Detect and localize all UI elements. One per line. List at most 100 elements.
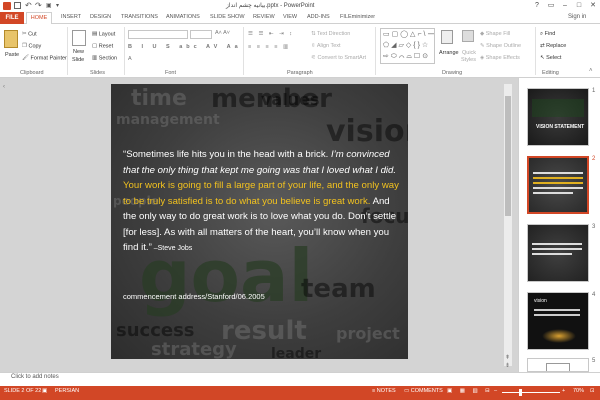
slide-thumbnail-3[interactable] xyxy=(527,224,589,282)
thumbnail-graphic xyxy=(532,99,584,117)
tab-fileminimizer[interactable]: FILEminimizer xyxy=(340,14,375,20)
arrange-button[interactable]: Arrange xyxy=(439,50,459,56)
spellcheck-icon[interactable]: ▣ xyxy=(42,388,47,394)
slide-thumbnail-4[interactable]: vision xyxy=(527,292,589,350)
font-color-icon: A xyxy=(128,56,132,62)
word-cloud-word: vision xyxy=(326,114,408,149)
tab-addins[interactable]: ADD-INS xyxy=(307,14,330,20)
font-name-dropdown[interactable] xyxy=(128,30,188,39)
text-direction-label: Text Direction xyxy=(317,31,351,37)
scrollbar-thumb[interactable] xyxy=(505,96,511,216)
text-direction-button[interactable]: ⇅ Text Direction xyxy=(311,31,350,37)
tab-view[interactable]: VIEW xyxy=(283,14,297,20)
format-painter-label: Format Painter xyxy=(30,55,67,62)
layout-label: Layout xyxy=(98,31,116,38)
slide-counter[interactable]: SLIDE 2 OF 22 xyxy=(4,388,41,394)
collapse-ribbon-icon[interactable]: ˄ xyxy=(589,68,593,74)
tab-file[interactable]: FILE xyxy=(0,12,24,24)
smartart-icon: ⚟ xyxy=(311,55,316,61)
quick-styles-button-line2[interactable]: Styles xyxy=(461,57,476,63)
new-slide-button-line2[interactable]: Slide xyxy=(72,57,84,63)
format-painter-button[interactable]: 🖌 Format Painter xyxy=(22,55,67,61)
tab-animations[interactable]: ANIMATIONS xyxy=(166,14,200,20)
quote-caption[interactable]: commencement address/Stanford/06.2005 xyxy=(123,292,265,301)
slide-thumbnail-2[interactable] xyxy=(527,156,589,214)
shape-fill-label: Shape Fill xyxy=(485,31,511,37)
convert-smartart-button[interactable]: ⚟ Convert to SmartArt xyxy=(311,55,366,61)
comments-button[interactable]: ▭ COMMENTS xyxy=(404,388,443,394)
tab-transitions[interactable]: TRANSITIONS xyxy=(121,14,158,20)
prev-slide-icon[interactable]: ⇞ xyxy=(505,354,510,361)
word-cloud-word: management xyxy=(116,112,220,128)
editing-group-label: Editing xyxy=(542,70,559,76)
replace-button[interactable]: ⇄ Replace xyxy=(540,43,566,49)
reset-button[interactable]: ▢ Reset xyxy=(92,43,113,49)
quote-text[interactable]: “Sometimes life hits you in the head wit… xyxy=(123,147,403,257)
sign-in-link[interactable]: Sign in xyxy=(568,14,586,20)
quick-styles-icon[interactable] xyxy=(462,30,474,42)
font-size-adjust-buttons[interactable]: A˄ A˅ xyxy=(215,30,230,36)
thumbnail-line xyxy=(534,309,580,311)
close-button[interactable]: ✕ xyxy=(586,0,600,12)
shape-effects-button[interactable]: ◈ Shape Effects xyxy=(480,55,520,61)
align-text-button[interactable]: ⇳ Align Text xyxy=(311,43,341,49)
undo-icon[interactable]: ↶ xyxy=(25,2,33,10)
expand-thumbnails-icon[interactable]: ‹ xyxy=(3,84,5,90)
select-button[interactable]: ↖ Select xyxy=(540,55,561,61)
arrange-icon[interactable] xyxy=(441,30,453,44)
fit-slide-icon[interactable]: ⊡ xyxy=(590,388,595,394)
layout-button[interactable]: ▤ Layout xyxy=(92,31,115,37)
notes-pane[interactable] xyxy=(0,372,600,386)
thumbnail-title: VISION STATEMENT xyxy=(536,124,585,130)
font-size-dropdown[interactable] xyxy=(190,30,212,39)
zoom-level[interactable]: 70% xyxy=(573,388,584,394)
word-cloud-word: project xyxy=(336,324,400,343)
paste-icon[interactable] xyxy=(4,30,18,48)
zoom-in-button[interactable]: + xyxy=(562,388,565,394)
notes-placeholder[interactable]: Click to add notes xyxy=(11,374,59,380)
view-buttons[interactable]: ▣ ▦ ▥ ⊟ xyxy=(447,388,493,394)
language-indicator[interactable]: PERSIAN xyxy=(55,388,79,394)
thumbnail-line xyxy=(533,182,583,184)
zoom-slider-track[interactable] xyxy=(502,392,560,393)
find-button[interactable]: ⌕ Find xyxy=(540,31,555,38)
font-color-button[interactable]: A xyxy=(128,56,132,62)
ribbon-display-icon[interactable]: ▭ xyxy=(544,0,558,12)
paste-button[interactable]: Paste xyxy=(5,52,19,58)
maximize-button[interactable]: □ xyxy=(572,0,586,12)
customize-qat-icon[interactable]: ▾ xyxy=(56,2,64,10)
tab-insert[interactable]: INSERT xyxy=(61,14,81,20)
tab-slideshow[interactable]: SLIDE SHOW xyxy=(210,14,245,20)
quote-part-1: “Sometimes life hits you in the head wit… xyxy=(123,149,331,160)
new-slide-button[interactable]: New xyxy=(73,49,84,55)
cut-button[interactable]: ✂ Cut xyxy=(22,31,37,37)
redo-icon[interactable]: ↷ xyxy=(35,2,43,10)
quick-styles-button[interactable]: Quick xyxy=(462,50,476,56)
shape-fill-button[interactable]: ◆ Shape Fill xyxy=(480,31,510,37)
find-label: Find xyxy=(544,31,556,37)
new-slide-icon[interactable] xyxy=(72,30,86,46)
shape-outline-button[interactable]: ✎ Shape Outline xyxy=(480,43,521,49)
zoom-out-button[interactable]: – xyxy=(494,388,497,394)
save-icon[interactable] xyxy=(14,2,21,9)
next-slide-icon[interactable]: ⇟ xyxy=(505,362,510,369)
notes-button[interactable]: ≡ NOTES xyxy=(372,388,396,394)
slide-thumbnail-1[interactable]: VISION STATEMENT xyxy=(527,88,589,146)
section-button[interactable]: ▥ Section xyxy=(92,55,117,61)
effects-icon: ◈ xyxy=(480,55,485,61)
slide-canvas[interactable]: timemembermanagementvisiongoalteamresult… xyxy=(111,84,408,359)
minimize-button[interactable]: – xyxy=(558,0,572,12)
list-buttons[interactable]: ☰ ☰ ⇤ ⇥ ↕ xyxy=(248,31,294,37)
tab-design[interactable]: DESIGN xyxy=(90,14,111,20)
alignment-buttons[interactable]: ≡ ≡ ≡ ≡ ▥ xyxy=(248,44,290,50)
notes-icon: ≡ xyxy=(372,388,376,394)
font-format-buttons[interactable]: B I U S abc AV Aa xyxy=(128,44,242,50)
help-icon[interactable]: ? xyxy=(530,0,544,12)
tab-review[interactable]: REVIEW xyxy=(253,14,275,20)
slide-thumbnail-5[interactable] xyxy=(527,358,589,372)
slide-number-4: 4 xyxy=(592,292,596,298)
start-slideshow-icon[interactable]: ▣ xyxy=(46,2,54,10)
zoom-slider-thumb[interactable] xyxy=(519,389,522,396)
copy-button[interactable]: ❐ Copy xyxy=(22,43,41,49)
shapes-gallery[interactable]: ▭▢◯△⌐\⟶ ⬠◢▱◇{}☆ ⇨⬭⌒⌓☐⊙ xyxy=(380,28,435,64)
